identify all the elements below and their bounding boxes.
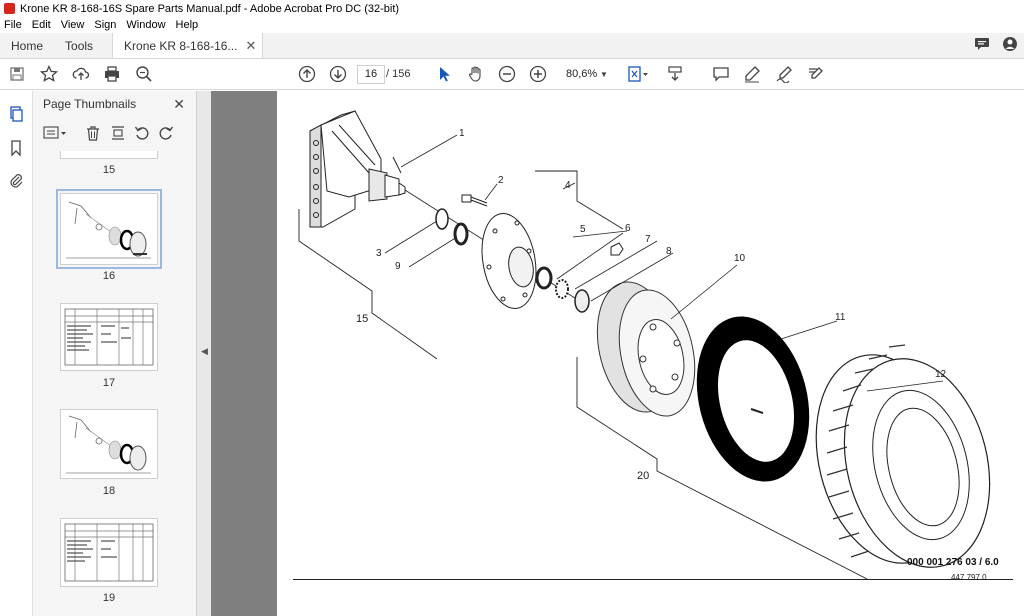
close-panel-icon[interactable]: ✕ [173,96,185,113]
chevron-down-icon: ▼ [600,70,608,79]
panel-title: Page Thumbnails [43,97,137,111]
zoom-level-select[interactable]: 80,6% ▼ [560,65,612,84]
attachments-paperclip-icon[interactable] [8,172,24,188]
thumbnail-table [64,308,154,366]
callout-7: 7 [645,234,651,245]
document-viewer[interactable]: 1 2 3 4 5 6 7 8 9 10 11 12 15 20 000 001… [211,91,1024,616]
thumbnail-label: 15 [102,164,116,176]
zoom-in-icon[interactable] [529,65,547,83]
next-page-icon[interactable] [329,65,347,83]
hub [481,213,537,309]
thumbnail-page-15[interactable] [60,151,158,159]
close-tab-icon[interactable]: ✕ [245,38,256,54]
tire [815,344,991,568]
callout-9: 9 [395,261,401,272]
callout-6: 6 [625,223,631,234]
thumbnail-label: 18 [102,485,116,497]
page-fit-icon[interactable] [626,65,650,83]
panel-splitter[interactable]: ◀ [197,91,211,616]
tab-document[interactable]: Krone KR 8-168-16... ✕ [112,33,264,58]
drawing-subnumber: 447 797 0 [951,573,987,582]
menu-bar: File Edit View Sign Window Help [0,17,1024,33]
thumbnail-label: 19 [102,592,116,604]
callout-1: 1 [459,128,465,139]
tab-home[interactable]: Home [0,33,54,58]
thumbnail-label: 16 [102,270,116,282]
thumbnail-page-19[interactable] [60,518,158,587]
callout-8: 8 [666,246,672,257]
thumbnail-list: 15 16 17 18 19 [33,151,183,616]
page-thumbnails-icon[interactable] [8,106,24,122]
toolbar: 16 / 156 80,6% ▼ [0,59,1024,90]
hand-tool-icon[interactable] [467,65,485,83]
menu-view[interactable]: View [61,19,85,31]
thumbnail-drawing [66,415,151,474]
menu-file[interactable]: File [4,19,22,31]
mounting-bracket [309,110,406,228]
draw-freeform-icon[interactable] [775,65,793,83]
upload-cloud-icon[interactable] [72,65,90,83]
thumbnail-label: 17 [102,377,116,389]
zoom-level-value: 80,6% [566,68,598,80]
page-footer-rule [293,579,1013,580]
add-comment-icon[interactable] [712,65,730,83]
highlight-pen-icon[interactable] [743,65,761,83]
options-menu-icon[interactable] [43,125,69,141]
bolt [461,194,488,207]
rotate-clockwise-icon[interactable] [158,125,174,141]
callout-2: 2 [498,175,504,186]
thumbnail-page-16[interactable] [56,189,162,269]
delete-trash-icon[interactable] [85,125,101,141]
acrobat-icon [4,3,15,14]
comment-bubble-icon[interactable] [974,37,990,54]
callout-10: 10 [734,253,746,264]
account-icon[interactable] [1002,36,1018,55]
page-thumbnails-panel: Page Thumbnails ✕ 15 16 17 18 19 [33,91,224,616]
menu-sign[interactable]: Sign [94,19,116,31]
thumbnail-page-18[interactable] [60,409,158,479]
callout-4: 4 [565,180,571,191]
rim [596,281,696,417]
select-cursor-icon[interactable] [435,65,453,83]
thumbnail-page-17[interactable] [60,303,158,371]
thumbnail-drawing [66,201,151,259]
scrolling-mode-icon[interactable] [666,65,684,83]
page-number-input[interactable]: 16 [357,65,385,84]
menu-edit[interactable]: Edit [32,19,51,31]
callout-12: 12 [935,369,947,380]
bookmarks-icon[interactable] [8,140,24,157]
window-title: Krone KR 8-168-16S Spare Parts Manual.pd… [20,2,400,15]
panel-header: Page Thumbnails ✕ [33,91,197,117]
callout-5: 5 [580,224,586,235]
save-icon[interactable] [8,65,26,83]
page-count: / 156 [386,68,411,80]
menu-help[interactable]: Help [176,19,199,31]
title-bar: Krone KR 8-168-16S Spare Parts Manual.pd… [0,0,1024,17]
fill-sign-icon[interactable] [806,65,824,83]
rotate-counterclockwise-icon[interactable] [134,125,150,141]
print-icon[interactable] [103,65,121,83]
pdf-page: 1 2 3 4 5 6 7 8 9 10 11 12 15 20 000 001… [277,91,1024,616]
tab-bar: Home Tools Krone KR 8-168-16... ✕ [0,33,1024,59]
zoom-search-icon[interactable] [135,65,153,83]
navigation-rail [0,91,33,616]
callout-20: 20 [637,470,650,482]
thumbnail-tools [33,123,197,145]
zoom-out-icon[interactable] [498,65,516,83]
previous-page-icon[interactable] [298,65,316,83]
drawing-number: 000 001 276 03 / 6.0 [907,557,999,568]
tab-document-label: Krone KR 8-168-16... [124,38,238,53]
tab-tools[interactable]: Tools [54,33,104,58]
insert-pages-icon[interactable] [110,125,126,141]
callout-11: 11 [835,312,846,323]
callout-15: 15 [356,313,369,325]
callout-3: 3 [376,248,382,259]
bookmark-star-icon[interactable] [40,65,58,83]
collapse-panel-icon[interactable]: ◀ [201,346,208,357]
thumbnail-table [64,523,154,582]
exploded-wheel-diagram [298,110,991,580]
menu-window[interactable]: Window [126,19,165,31]
